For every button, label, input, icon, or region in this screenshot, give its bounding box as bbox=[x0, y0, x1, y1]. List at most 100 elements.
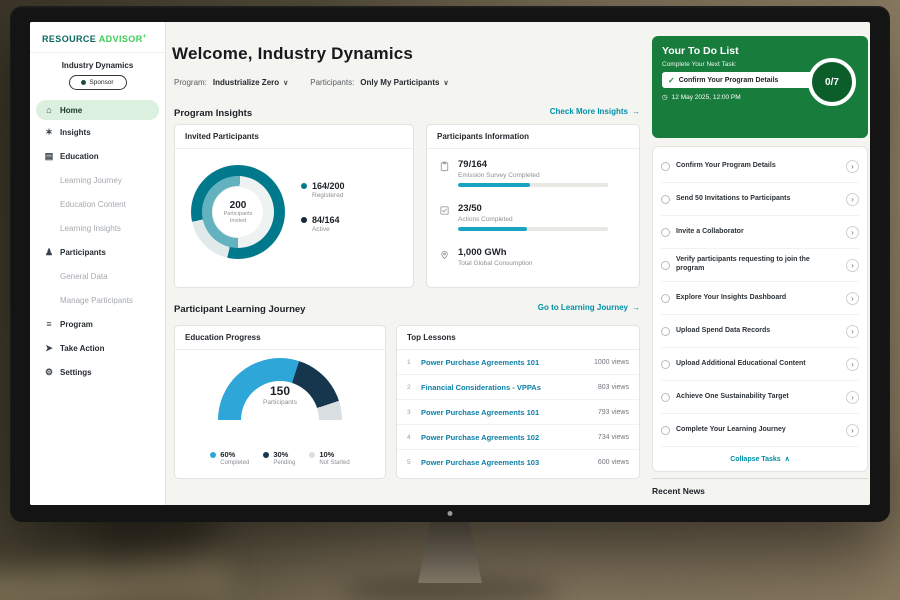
stat-row-actions: 23/50 Actions Completed bbox=[439, 203, 608, 231]
check-more-insights-link[interactable]: Check More Insights → bbox=[550, 107, 640, 116]
task-checkbox[interactable] bbox=[661, 360, 670, 369]
sidebar-item-learning-insights[interactable]: Learning Insights bbox=[30, 216, 165, 240]
brand-plus: + bbox=[143, 34, 147, 40]
sidebar-item-settings[interactable]: ⚙ Settings bbox=[30, 360, 165, 384]
sidebar-item-insights[interactable]: ✶ Insights bbox=[30, 120, 165, 144]
task-checkbox[interactable] bbox=[661, 393, 670, 402]
checklist-icon bbox=[439, 203, 450, 231]
sidebar-item-manage-participants[interactable]: Manage Participants bbox=[30, 288, 165, 312]
check-icon: ✓ bbox=[668, 76, 675, 85]
chevron-right-icon[interactable]: › bbox=[846, 391, 859, 404]
lesson-title-link[interactable]: Power Purchase Agreements 101 bbox=[421, 408, 598, 417]
progress-fill bbox=[458, 183, 530, 187]
lesson-views: 803 views bbox=[598, 384, 629, 391]
lesson-row[interactable]: 2 Financial Considerations - VPPAs 803 v… bbox=[397, 375, 639, 400]
invited-donut-inner: 200 Participants Invited bbox=[202, 176, 274, 248]
sidebar-item-participants[interactable]: ♟ Participants bbox=[30, 240, 165, 264]
sidebar-item-label: Education Content bbox=[60, 200, 126, 209]
lesson-rank: 2 bbox=[407, 384, 421, 391]
legend-value: 60% bbox=[220, 450, 235, 459]
lesson-rank: 4 bbox=[407, 434, 421, 441]
lesson-views: 600 views bbox=[598, 459, 629, 466]
task-checkbox[interactable] bbox=[661, 261, 670, 270]
sidebar-item-education[interactable]: ▤ Education bbox=[30, 144, 165, 168]
invited-donut-outer: 200 Participants Invited bbox=[191, 165, 285, 259]
chevron-right-icon[interactable]: › bbox=[846, 424, 859, 437]
todo-next-task-label: Confirm Your Program Details bbox=[679, 77, 779, 84]
legend-dot bbox=[210, 452, 216, 458]
education-gauge: 150 Participants bbox=[218, 358, 342, 420]
task-row[interactable]: Invite a Collaborator › bbox=[661, 216, 859, 249]
lesson-row[interactable]: 4 Power Purchase Agreements 102 734 view… bbox=[397, 425, 639, 450]
lesson-views: 1000 views bbox=[594, 359, 629, 366]
stat-label: Total Global Consumption bbox=[458, 260, 532, 267]
go-to-learning-journey-link[interactable]: Go to Learning Journey → bbox=[538, 303, 640, 312]
chevron-right-icon[interactable]: › bbox=[846, 226, 859, 239]
task-checkbox[interactable] bbox=[661, 294, 670, 303]
sidebar-item-home[interactable]: ⌂ Home bbox=[36, 100, 159, 120]
chevron-right-icon[interactable]: › bbox=[846, 193, 859, 206]
participants-filter-value: Only My Participants bbox=[360, 78, 439, 87]
gauge-center-label: Participants bbox=[218, 399, 342, 406]
lesson-title-link[interactable]: Power Purchase Agreements 102 bbox=[421, 433, 598, 442]
program-filter-value: Industrialize Zero bbox=[213, 78, 279, 87]
lesson-row[interactable]: 3 Power Purchase Agreements 101 793 view… bbox=[397, 400, 639, 425]
sidebar-item-program[interactable]: ≡ Program bbox=[30, 312, 165, 336]
lesson-title-link[interactable]: Financial Considerations - VPPAs bbox=[421, 383, 598, 392]
lesson-row[interactable]: 5 Power Purchase Agreements 103 600 view… bbox=[397, 450, 639, 475]
chevron-right-icon[interactable]: › bbox=[846, 325, 859, 338]
clock-icon: ◷ bbox=[662, 93, 668, 101]
task-label: Invite a Collaborator bbox=[676, 228, 840, 237]
card-top-lessons: Top Lessons 1 Power Purchase Agreements … bbox=[396, 325, 640, 479]
task-row[interactable]: Complete Your Learning Journey › bbox=[661, 414, 859, 447]
sponsor-badge[interactable]: Sponsor bbox=[69, 75, 127, 90]
collapse-tasks-button[interactable]: Collapse Tasks ∧ bbox=[661, 447, 859, 471]
sidebar-nav: ⌂ Home ✶ Insights ▤ Education Learning J… bbox=[30, 100, 165, 384]
chevron-right-icon[interactable]: › bbox=[846, 358, 859, 371]
sidebar-item-general-data[interactable]: General Data bbox=[30, 264, 165, 288]
sidebar-item-label: Participants bbox=[60, 248, 106, 257]
task-row[interactable]: Confirm Your Program Details › bbox=[661, 150, 859, 183]
task-row[interactable]: Send 50 Invitations to Participants › bbox=[661, 183, 859, 216]
card-education-progress: Education Progress 150 Participants 60% … bbox=[174, 325, 386, 479]
task-checkbox[interactable] bbox=[661, 426, 670, 435]
lesson-rank: 3 bbox=[407, 409, 421, 416]
task-label: Upload Spend Data Records bbox=[676, 327, 840, 336]
task-checkbox[interactable] bbox=[661, 327, 670, 336]
org-name: Industry Dynamics bbox=[30, 61, 165, 70]
task-label: Send 50 Invitations to Participants bbox=[676, 195, 840, 204]
task-label: Complete Your Learning Journey bbox=[676, 426, 840, 435]
task-checkbox[interactable] bbox=[661, 195, 670, 204]
lesson-row[interactable]: 1 Power Purchase Agreements 101 1000 vie… bbox=[397, 350, 639, 375]
task-row[interactable]: Upload Additional Educational Content › bbox=[661, 348, 859, 381]
legend-label: Not Started bbox=[319, 460, 349, 466]
chevron-right-icon[interactable]: › bbox=[846, 259, 859, 272]
task-row[interactable]: Verify participants requesting to join t… bbox=[661, 249, 859, 282]
legend-label: Pending bbox=[273, 460, 295, 466]
sidebar-item-education-content[interactable]: Education Content bbox=[30, 192, 165, 216]
sidebar-item-take-action[interactable]: ➤ Take Action bbox=[30, 336, 165, 360]
home-icon: ⌂ bbox=[44, 106, 54, 115]
lesson-title-link[interactable]: Power Purchase Agreements 103 bbox=[421, 458, 598, 467]
todo-next-task-pill[interactable]: ✓ Confirm Your Program Details bbox=[662, 72, 814, 88]
chevron-right-icon[interactable]: › bbox=[846, 160, 859, 173]
task-checkbox[interactable] bbox=[661, 228, 670, 237]
program-filter[interactable]: Industrialize Zero ∨ bbox=[213, 78, 288, 87]
sponsor-icon bbox=[81, 80, 86, 85]
monitor-stand bbox=[418, 521, 482, 583]
take-action-icon: ➤ bbox=[44, 344, 54, 353]
chevron-down-icon: ∨ bbox=[443, 79, 448, 87]
lesson-title-link[interactable]: Power Purchase Agreements 101 bbox=[421, 358, 594, 367]
sidebar-item-learning-journey[interactable]: Learning Journey bbox=[30, 168, 165, 192]
participants-filter[interactable]: Only My Participants ∨ bbox=[360, 78, 448, 87]
sidebar-item-label: Home bbox=[60, 106, 82, 115]
task-label: Explore Your Insights Dashboard bbox=[676, 294, 840, 303]
stat-value: 79/164 bbox=[458, 159, 608, 170]
task-row[interactable]: Upload Spend Data Records › bbox=[661, 315, 859, 348]
legend-dot bbox=[263, 452, 269, 458]
chevron-right-icon[interactable]: › bbox=[846, 292, 859, 305]
task-checkbox[interactable] bbox=[661, 162, 670, 171]
todo-card: Your To Do List Complete Your Next Task:… bbox=[652, 36, 868, 138]
task-row[interactable]: Achieve One Sustainability Target › bbox=[661, 381, 859, 414]
task-row[interactable]: Explore Your Insights Dashboard › bbox=[661, 282, 859, 315]
